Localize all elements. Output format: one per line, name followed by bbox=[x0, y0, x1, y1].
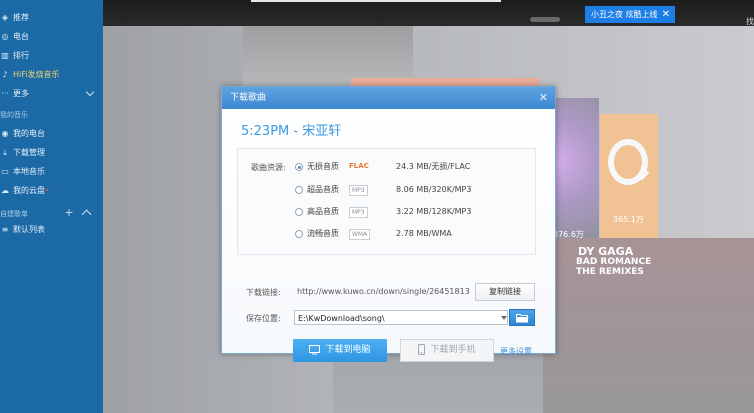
song-title: 5:23PM - 宋亚轩 bbox=[241, 124, 342, 139]
dialog-body: 5:23PM - 宋亚轩 歌曲资源: 无损音质 FLAC 24.3 MB/无损/… bbox=[222, 110, 555, 362]
radio-button[interactable] bbox=[295, 163, 303, 171]
drag-handle[interactable] bbox=[530, 17, 560, 22]
phone-icon bbox=[418, 344, 426, 355]
tag-icon: ◈ bbox=[1, 13, 9, 22]
radio-icon: ◎ bbox=[1, 32, 9, 41]
quality-label: 歌曲资源: bbox=[251, 163, 286, 172]
chevron-down-icon[interactable] bbox=[501, 316, 507, 320]
sidebar-item-radio[interactable]: ◎ 电台 bbox=[0, 29, 30, 45]
cloud-icon: ☁ bbox=[1, 186, 9, 195]
sidebar-item-cloud[interactable]: ☁ 我的云盘• bbox=[0, 183, 50, 199]
search-strip[interactable] bbox=[251, 0, 501, 2]
radio-icon: ◉ bbox=[1, 129, 9, 138]
folder-icon bbox=[516, 314, 529, 323]
add-playlist-icon[interactable]: + bbox=[64, 207, 74, 219]
format-badge: MP3 bbox=[349, 207, 368, 218]
album-text-2: BAD ROMANCE bbox=[576, 257, 652, 267]
radio-button[interactable] bbox=[295, 186, 303, 194]
download-to-pc-button[interactable]: 下载到电脑 bbox=[293, 339, 387, 362]
download-dialog: 下载歌曲 ✕ 5:23PM - 宋亚轩 歌曲资源: 无损音质 FLAC 24.3… bbox=[221, 86, 556, 362]
hifi-icon: ♪ bbox=[2, 70, 8, 79]
download-to-phone-button[interactable]: 下载到手机 bbox=[400, 339, 494, 362]
play-count-1: 376.6万 bbox=[553, 230, 584, 239]
flac-badge-icon: FLAC bbox=[349, 162, 369, 170]
sidebar-item-recommend[interactable]: ◈ 推荐 bbox=[0, 10, 29, 26]
sidebar: ◈ 推荐 ◎ 电台 ▥ 排行 ♪ HiFi发烧音乐 ··· 更多 我的音乐 ◉ 我的电台 ⤓… bbox=[0, 0, 103, 413]
section-title-playlists: 自建歌单 bbox=[0, 210, 28, 218]
save-location-label: 保存位置: bbox=[246, 314, 281, 323]
sidebar-item-hifi[interactable]: ♪ HiFi发烧音乐 bbox=[0, 67, 59, 83]
close-icon[interactable]: ✕ bbox=[539, 87, 548, 109]
section-title-my-music: 我的音乐 bbox=[0, 111, 28, 119]
notification-banner[interactable]: 小丑之夜 炫酷上线 ✕ bbox=[585, 6, 675, 23]
sidebar-item-more[interactable]: ··· 更多 bbox=[0, 86, 103, 102]
chevron-up-icon[interactable] bbox=[81, 209, 92, 220]
format-badge: MP3 bbox=[349, 185, 368, 196]
play-count-2: 365.1万 bbox=[613, 215, 644, 224]
download-link-label: 下载链接: bbox=[246, 288, 281, 297]
copy-link-button[interactable]: 复制链接 bbox=[475, 283, 535, 301]
sidebar-item-my-radio[interactable]: ◉ 我的电台 bbox=[0, 126, 46, 142]
quality-panel: 歌曲资源: 无损音质 FLAC 24.3 MB/无损/FLAC 超品音质 MP3… bbox=[237, 148, 536, 255]
format-badge: WMA bbox=[349, 229, 371, 240]
monitor-icon bbox=[309, 344, 321, 354]
monitor-icon: ▭ bbox=[1, 167, 9, 176]
dialog-header[interactable]: 下载歌曲 ✕ bbox=[222, 87, 555, 109]
album-text-3: THE REMIXES bbox=[576, 267, 644, 277]
download-link-url[interactable]: http://www.kuwo.cn/down/single/26451813 bbox=[297, 287, 470, 296]
sidebar-item-local-music[interactable]: ▭ 本地音乐 bbox=[0, 164, 45, 180]
sidebar-item-default-list[interactable]: ≡ 默认列表 bbox=[0, 222, 45, 238]
chevron-down-icon[interactable] bbox=[85, 87, 95, 97]
chart-icon: ▥ bbox=[1, 51, 9, 60]
sidebar-item-download-manager[interactable]: ⤓ 下载管理 bbox=[0, 145, 45, 161]
more-settings-link[interactable]: 更多设置 bbox=[500, 346, 532, 357]
save-path-field[interactable]: E:\KwDownload\song\ bbox=[294, 310, 508, 325]
new-dot-icon: • bbox=[45, 186, 50, 195]
sidebar-item-rank[interactable]: ▥ 排行 bbox=[0, 48, 29, 64]
more-icon: ··· bbox=[1, 89, 9, 98]
notification-text: 小丑之夜 炫酷上线 bbox=[591, 10, 658, 19]
radio-button[interactable] bbox=[295, 208, 303, 216]
browse-folder-button[interactable] bbox=[509, 309, 535, 326]
close-icon[interactable]: ✕ bbox=[662, 6, 670, 23]
download-icon: ⤓ bbox=[3, 148, 7, 157]
dialog-title: 下载歌曲 bbox=[230, 93, 267, 103]
radio-button[interactable] bbox=[295, 230, 303, 238]
list-icon: ≡ bbox=[1, 225, 9, 234]
